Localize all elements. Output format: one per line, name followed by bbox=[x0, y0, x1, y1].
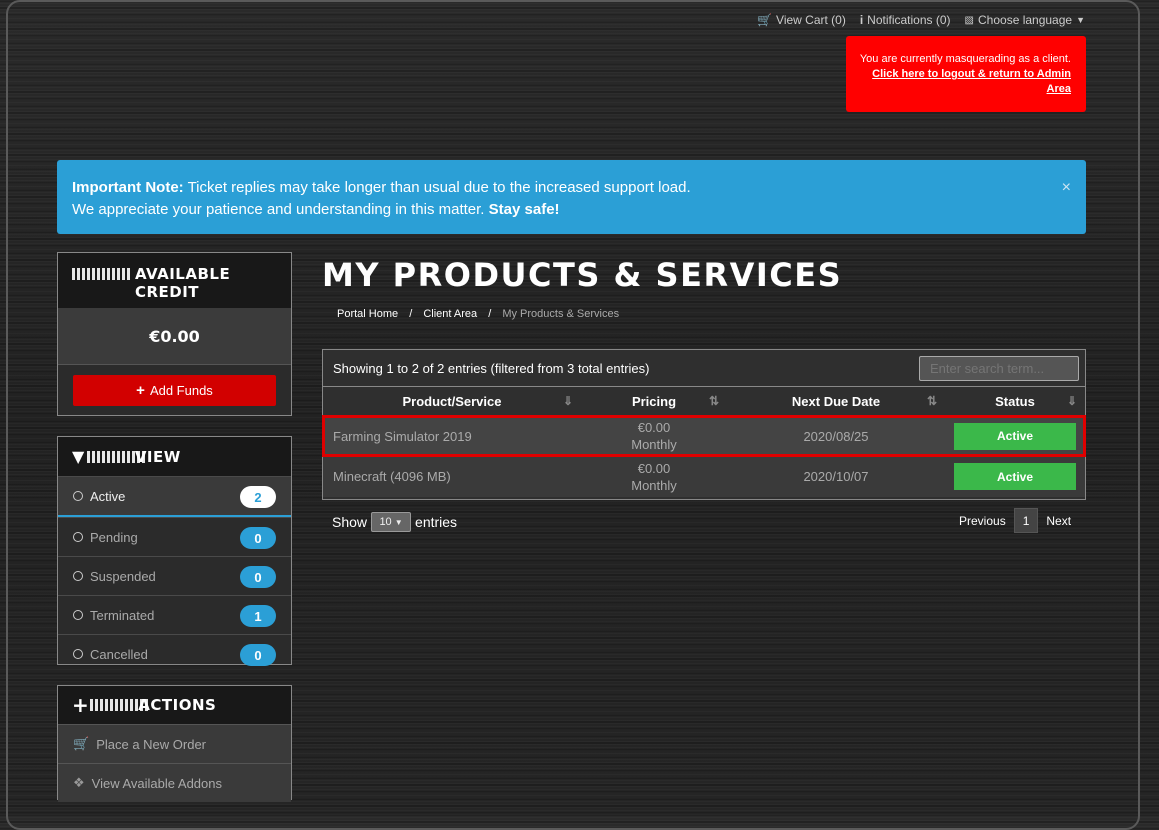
view-item-pending[interactable]: Pending 0 bbox=[58, 517, 291, 556]
filter-icon: ▼ bbox=[72, 447, 85, 466]
circle-icon bbox=[73, 491, 83, 501]
page-title: MY PRODUCTS & SERVICES bbox=[322, 256, 843, 294]
table-row[interactable]: Farming Simulator 2019 €0.00 Monthly 202… bbox=[322, 415, 1086, 457]
view-item-suspended[interactable]: Suspended 0 bbox=[58, 556, 291, 595]
logo-icon bbox=[86, 450, 145, 463]
add-funds-button[interactable]: + Add Funds bbox=[73, 375, 276, 406]
circle-icon bbox=[73, 649, 83, 659]
sort-icon: ⇅ bbox=[708, 394, 719, 408]
column-product[interactable]: Product/Service ⇓ bbox=[323, 387, 581, 415]
view-item-cancelled[interactable]: Cancelled 0 bbox=[58, 634, 291, 673]
page-size-select[interactable]: 10 ▼ bbox=[371, 512, 412, 532]
circle-icon bbox=[73, 532, 83, 542]
page-1-button[interactable]: 1 bbox=[1013, 508, 1039, 533]
actions-panel: + ACTIONS 🛒 Place a New Order ❖ View Ava… bbox=[57, 685, 292, 802]
circle-icon bbox=[73, 610, 83, 620]
column-due-date[interactable]: Next Due Date ⇅ bbox=[727, 387, 945, 415]
important-note-alert: Important Note: Ticket replies may take … bbox=[57, 160, 1086, 234]
place-new-order-link[interactable]: 🛒 Place a New Order bbox=[58, 724, 291, 763]
masquerade-notice: You are currently masquerading as a clie… bbox=[846, 36, 1086, 112]
cubes-icon: ❖ bbox=[73, 775, 85, 790]
plus-icon: + bbox=[72, 693, 90, 717]
view-panel: ▼ VIEW Active 2 Pending 0 Suspended 0 Te… bbox=[57, 436, 292, 666]
status-badge: Active bbox=[954, 422, 1076, 450]
logo-icon bbox=[72, 268, 130, 280]
cart-icon: 🛒 bbox=[757, 13, 773, 27]
view-addons-link[interactable]: ❖ View Available Addons bbox=[58, 763, 291, 802]
sort-icon: ⇓ bbox=[1066, 394, 1077, 408]
table-toolbar: Showing 1 to 2 of 2 entries (filtered fr… bbox=[323, 350, 1085, 387]
table-info: Showing 1 to 2 of 2 entries (filtered fr… bbox=[333, 361, 650, 376]
cart-icon: 🛒 bbox=[73, 736, 90, 751]
next-button[interactable]: Next bbox=[1038, 508, 1079, 533]
panel-header: AVAILABLE CREDIT bbox=[58, 253, 291, 308]
sort-icon: ⇓ bbox=[562, 394, 573, 408]
plus-icon: + bbox=[136, 382, 145, 399]
credit-amount: €0.00 bbox=[58, 308, 291, 365]
search-input[interactable] bbox=[919, 356, 1079, 381]
page-size-control: Show 10 ▼ entries bbox=[332, 512, 458, 532]
pagination: Previous 1 Next bbox=[951, 508, 1079, 533]
circle-icon bbox=[73, 571, 83, 581]
logout-admin-link[interactable]: Click here to logout & return to Admin A… bbox=[861, 67, 1071, 97]
breadcrumb: Portal Home / Client Area / My Products … bbox=[337, 308, 620, 320]
view-cart-link[interactable]: 🛒 View Cart (0) bbox=[757, 13, 846, 27]
count-badge: 0 bbox=[240, 527, 276, 549]
sort-icon: ⇅ bbox=[926, 394, 937, 408]
close-icon[interactable]: × bbox=[1062, 177, 1071, 199]
language-dropdown[interactable]: ▧ Choose language ▼ bbox=[965, 13, 1085, 27]
count-badge: 1 bbox=[240, 605, 276, 627]
table-header: Product/Service ⇓ Pricing ⇅ Next Due Dat… bbox=[323, 387, 1085, 416]
available-credit-panel: AVAILABLE CREDIT €0.00 + Add Funds bbox=[57, 252, 292, 416]
caret-down-icon: ▼ bbox=[1076, 15, 1085, 25]
top-nav: 🛒 View Cart (0) i Notifications (0) ▧ Ch… bbox=[757, 13, 1085, 27]
view-item-active[interactable]: Active 2 bbox=[58, 476, 291, 517]
breadcrumb-current: My Products & Services bbox=[502, 308, 620, 320]
column-status[interactable]: Status ⇓ bbox=[945, 387, 1085, 415]
info-icon: i bbox=[859, 13, 864, 27]
logo-icon bbox=[90, 699, 149, 711]
notifications-link[interactable]: i Notifications (0) bbox=[860, 13, 951, 27]
count-badge: 0 bbox=[240, 644, 276, 666]
services-table: Showing 1 to 2 of 2 entries (filtered fr… bbox=[322, 349, 1086, 500]
language-icon: ▧ bbox=[964, 14, 974, 26]
chevron-down-icon: ▼ bbox=[394, 517, 403, 527]
status-badge: Active bbox=[954, 463, 1076, 490]
view-item-terminated[interactable]: Terminated 1 bbox=[58, 595, 291, 634]
count-badge: 0 bbox=[240, 566, 276, 588]
panel-header: + ACTIONS bbox=[58, 686, 291, 724]
breadcrumb-portal-home[interactable]: Portal Home bbox=[337, 308, 398, 320]
table-row[interactable]: Minecraft (4096 MB) €0.00 Monthly 2020/1… bbox=[323, 456, 1085, 497]
panel-header: ▼ VIEW bbox=[58, 437, 291, 476]
previous-button[interactable]: Previous bbox=[951, 508, 1014, 533]
count-badge: 2 bbox=[240, 486, 276, 508]
column-pricing[interactable]: Pricing ⇅ bbox=[581, 387, 727, 415]
breadcrumb-client-area[interactable]: Client Area bbox=[423, 308, 477, 320]
